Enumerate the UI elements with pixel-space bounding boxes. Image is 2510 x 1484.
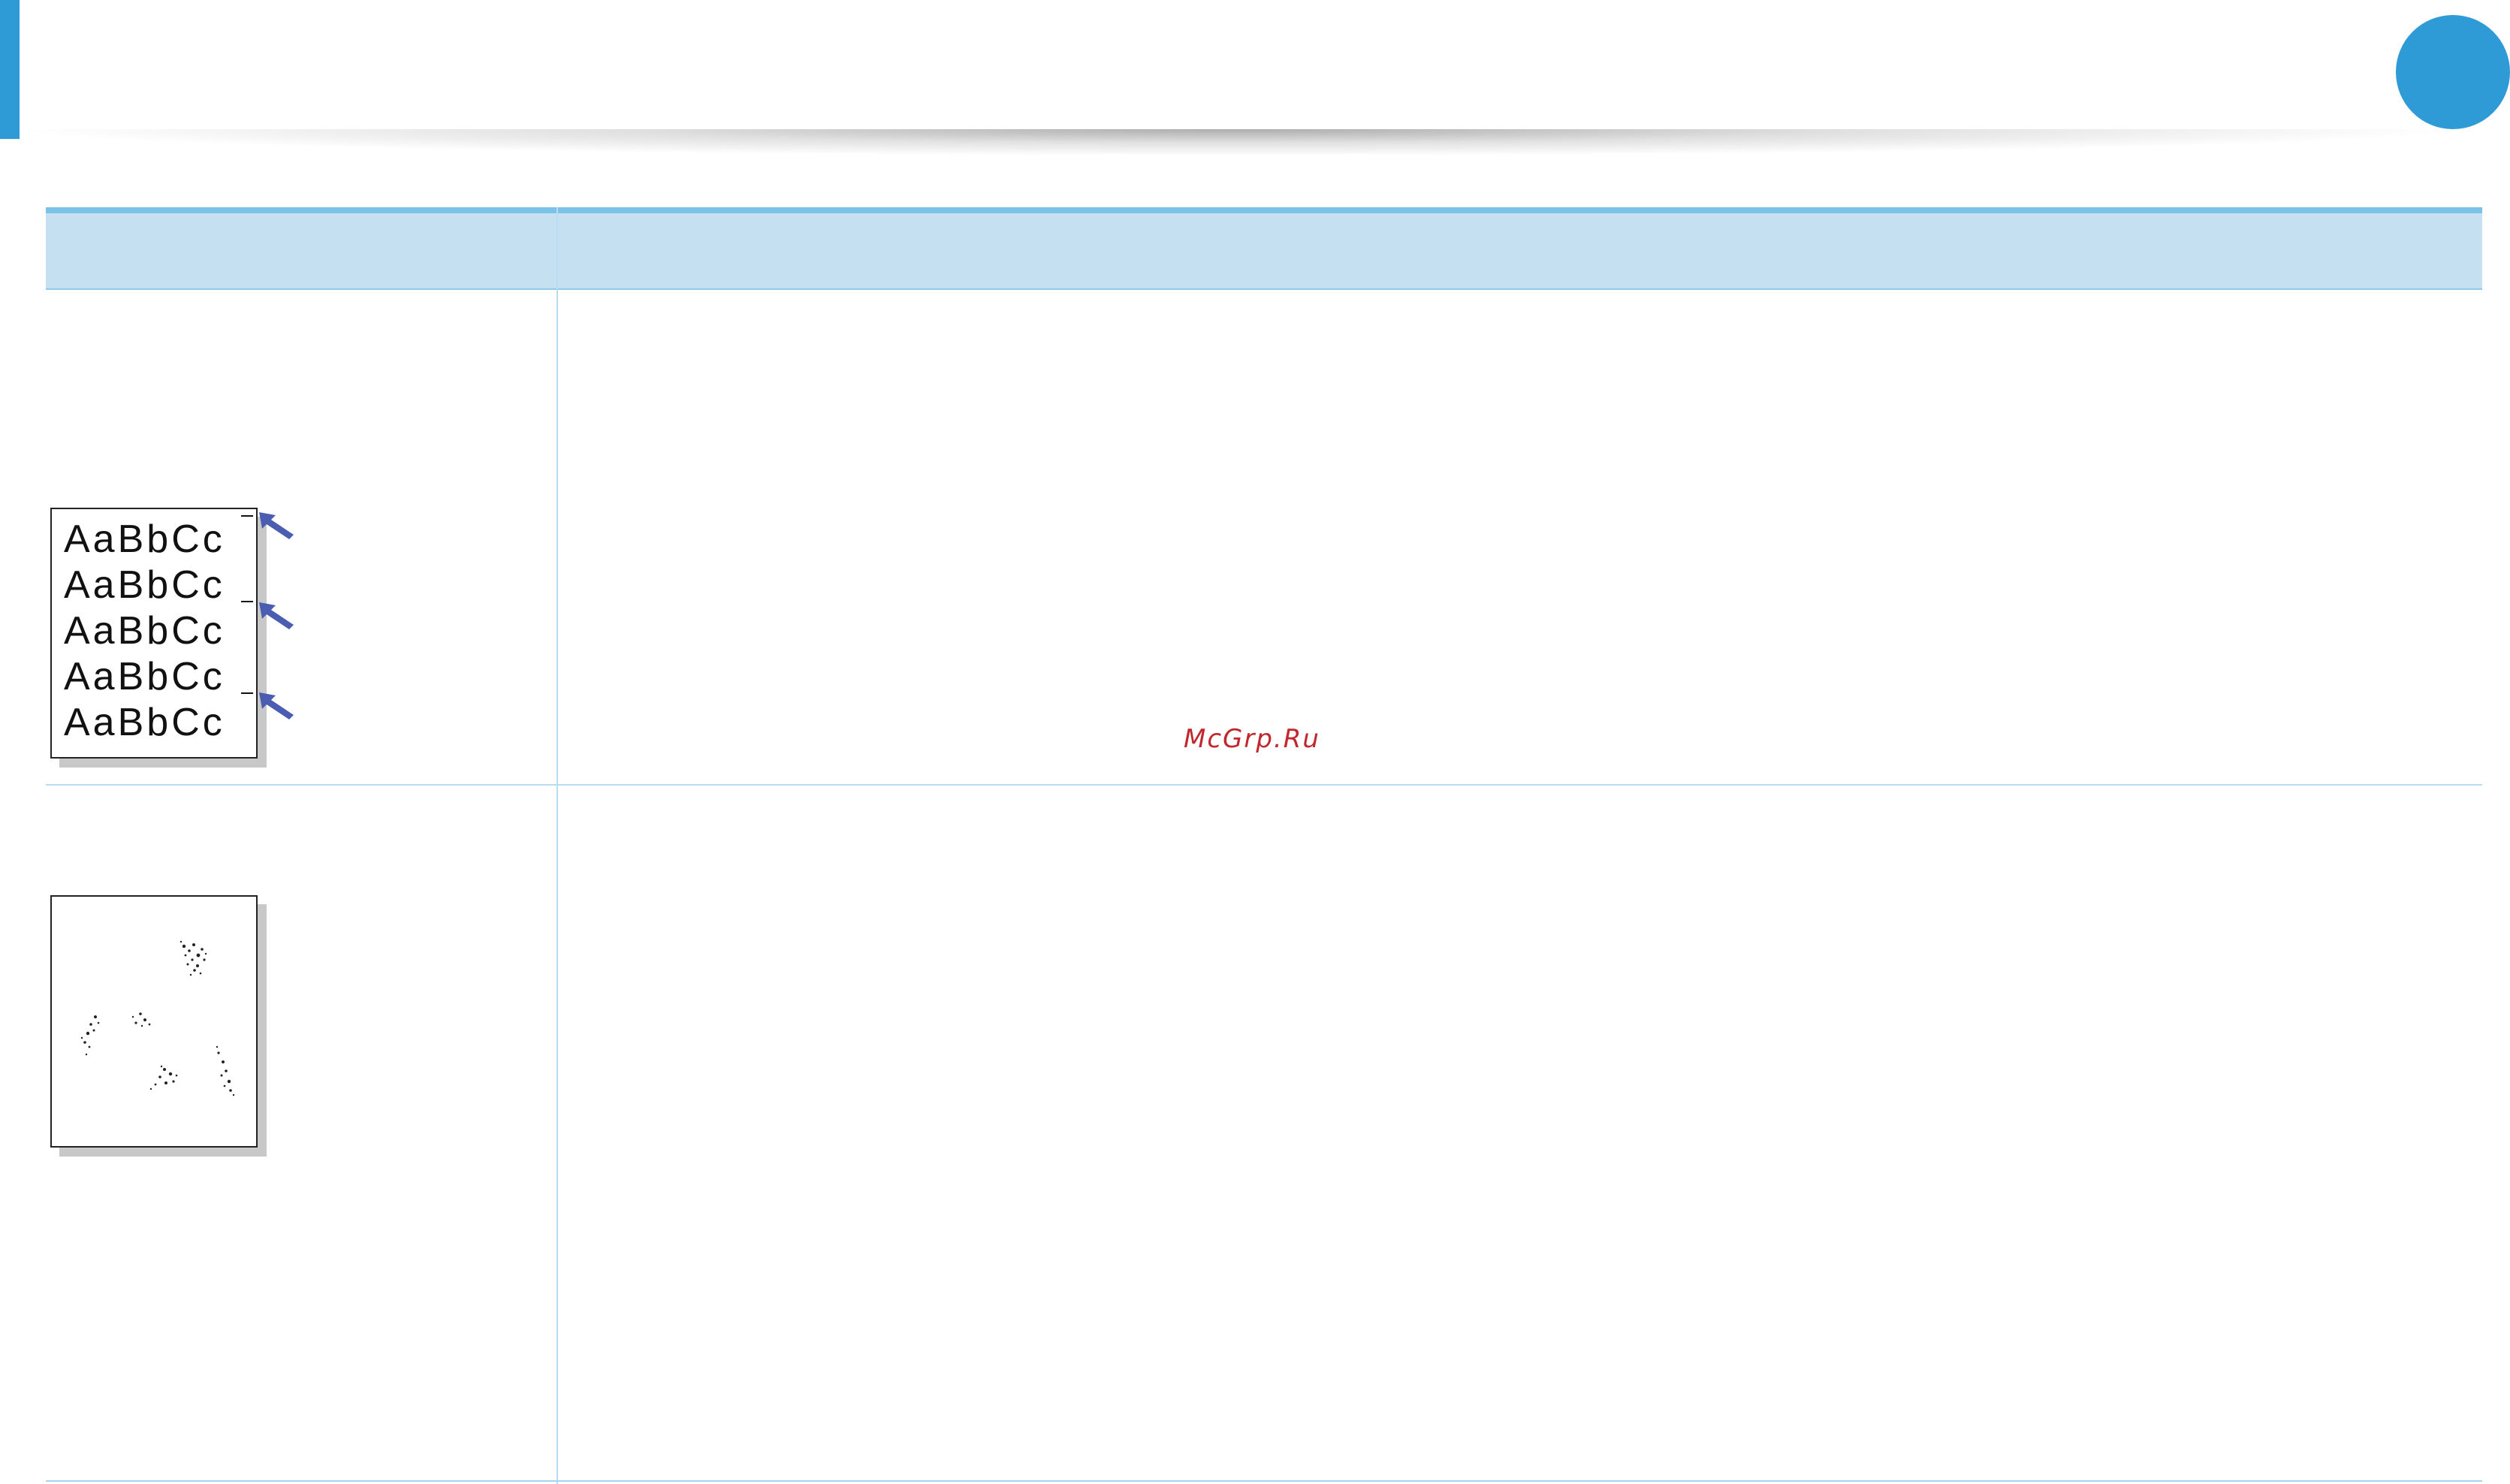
- header-accent-bar: [0, 0, 20, 139]
- page-number-badge: [2396, 15, 2510, 129]
- sample-text-lines: AaBbCc AaBbCc AaBbCc AaBbCc AaBbCc: [64, 517, 225, 746]
- column-divider: [557, 207, 558, 1484]
- header-cell-solution: [558, 213, 2482, 288]
- sample-text-line: AaBbCc: [64, 563, 225, 607]
- sample-text-line: AaBbCc: [64, 701, 225, 744]
- defect-mark: [241, 601, 253, 602]
- sample-text-line: AaBbCc: [64, 517, 225, 561]
- table-bottom-border: [46, 1480, 2482, 1482]
- defect-mark: [241, 692, 253, 694]
- watermark-text: McGrp.Ru: [1184, 724, 1320, 754]
- arrow-icon: [259, 602, 294, 629]
- sample-image-repeating-marks: AaBbCc AaBbCc AaBbCc AaBbCc AaBbCc: [50, 508, 306, 771]
- arrow-icon: [259, 512, 294, 539]
- paper-sheet: [50, 895, 258, 1148]
- table-header: [46, 207, 2482, 290]
- header-shadow: [0, 129, 2471, 156]
- defect-mark: [241, 515, 253, 517]
- sample-text-line: AaBbCc: [64, 609, 225, 653]
- arrow-icon: [259, 692, 294, 719]
- troubleshooting-table: AaBbCc AaBbCc AaBbCc AaBbCc AaBbCc: [46, 207, 2482, 1484]
- header-cell-condition: [46, 213, 557, 288]
- sample-image-scattered-spots: [50, 895, 276, 1166]
- row-divider: [46, 784, 2482, 786]
- toner-spots-graphic: [80, 940, 235, 1096]
- paper-sheet: AaBbCc AaBbCc AaBbCc AaBbCc AaBbCc: [50, 508, 258, 759]
- sample-text-line: AaBbCc: [64, 655, 225, 698]
